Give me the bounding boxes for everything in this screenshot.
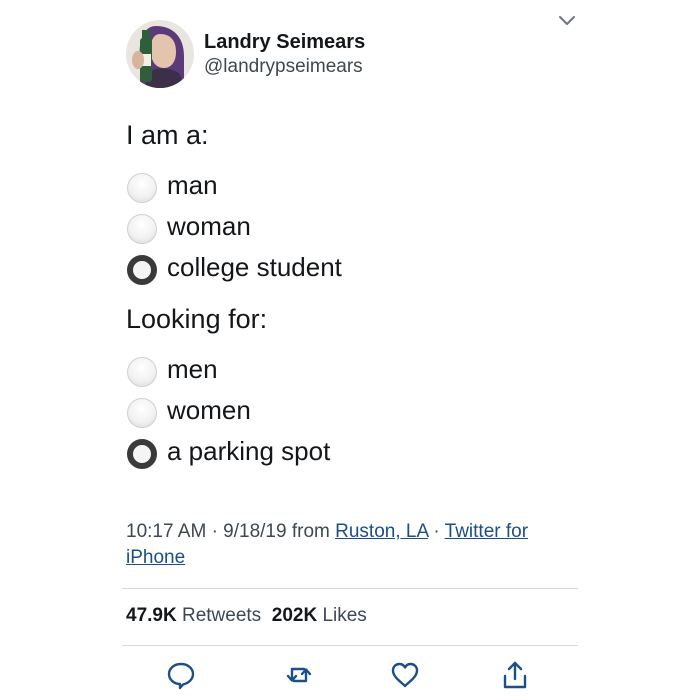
option-label: college student (167, 252, 342, 282)
location-link[interactable]: Ruston, LA (335, 521, 428, 542)
radio-unselected-icon[interactable] (127, 398, 157, 428)
option-label: women (167, 395, 251, 425)
radio-selected-icon[interactable] (127, 255, 157, 285)
separator: · (211, 521, 218, 542)
tweet-date[interactable]: 9/18/19 (223, 521, 286, 542)
tweet-stats: 47.9K Retweets 202K Likes (126, 605, 367, 627)
heart-icon[interactable] (390, 660, 420, 690)
author-handle[interactable]: @landrypseimears (204, 56, 363, 78)
looking-for-label: Looking for: (126, 304, 268, 334)
tweet-meta: 10:17 AM · 9/18/19 from Ruston, LA · Twi… (126, 519, 566, 571)
retweet-icon[interactable] (284, 660, 314, 690)
avatar[interactable] (126, 20, 194, 88)
retweets-stat[interactable]: 47.9K Retweets (126, 605, 261, 626)
tweet-card: Landry Seimears @landrypseimears I am a:… (0, 0, 700, 700)
radio-unselected-icon[interactable] (127, 214, 157, 244)
share-icon[interactable] (500, 660, 530, 690)
likes-label: Likes (322, 605, 367, 626)
author-display-name[interactable]: Landry Seimears (204, 31, 365, 54)
radio-selected-icon[interactable] (127, 439, 157, 469)
option-label: woman (167, 211, 251, 241)
separator: · (433, 521, 440, 542)
i-am-label: I am a: (126, 120, 209, 150)
option-label: a parking spot (167, 436, 331, 466)
retweets-label: Retweets (181, 605, 262, 626)
from-text: from (291, 521, 330, 542)
retweets-count: 47.9K (126, 605, 177, 626)
option-label: man (167, 170, 218, 200)
divider (122, 588, 578, 589)
option-label: men (167, 354, 218, 384)
tweet-time[interactable]: 10:17 AM (126, 521, 206, 542)
radio-unselected-icon[interactable] (127, 173, 157, 203)
reply-icon[interactable] (166, 660, 196, 690)
likes-count: 202K (271, 605, 318, 626)
divider (122, 645, 578, 646)
likes-stat[interactable]: 202K Likes (272, 605, 367, 626)
chevron-down-icon[interactable] (556, 12, 578, 30)
radio-unselected-icon[interactable] (127, 357, 157, 387)
